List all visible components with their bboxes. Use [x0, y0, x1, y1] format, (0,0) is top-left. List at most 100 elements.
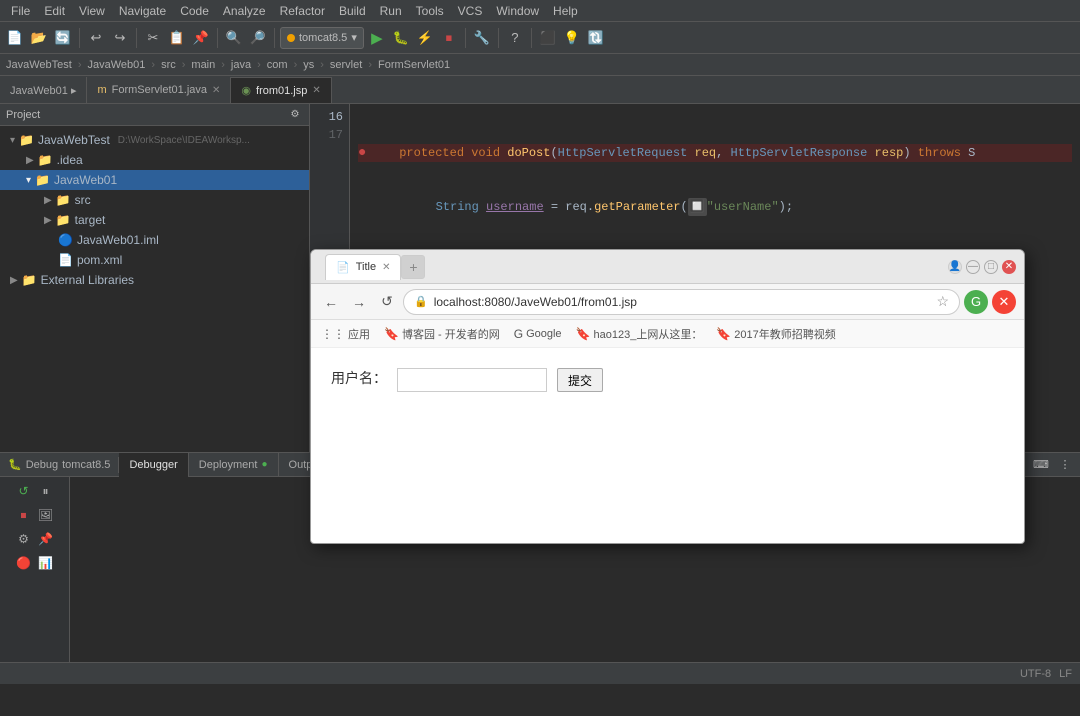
breadcrumb-javaweb01[interactable]: JavaWeb01	[88, 59, 146, 71]
new-tab-btn[interactable]: +	[401, 255, 425, 279]
tree-javaweb01[interactable]: ▾ 📁 JavaWeb01	[0, 170, 309, 190]
tab-formservlet[interactable]: m FormServlet01.java ✕	[87, 77, 231, 103]
url-bar[interactable]: 🔒 localhost:8080/JaveWeb01/from01.jsp ☆	[403, 289, 960, 315]
menu-bar: File Edit View Navigate Code Analyze Ref…	[0, 0, 1080, 22]
menu-build[interactable]: Build	[332, 2, 373, 20]
debug-settings-btn[interactable]: ⚙	[14, 529, 34, 549]
line17-debug-indicator: 🔲	[688, 198, 707, 216]
tree-javawebtest[interactable]: ▾ 📁 JavaWebTest D:\WorkSpace\IDEAWorksp.…	[0, 130, 309, 150]
menu-run[interactable]: Run	[373, 2, 409, 20]
tab-javaweb01[interactable]: JavaWeb01 ▸	[0, 77, 87, 103]
line16-sp2	[500, 144, 507, 162]
paste-btn[interactable]: 📌	[190, 27, 212, 49]
menu-window[interactable]: Window	[489, 2, 546, 20]
menu-file[interactable]: File	[4, 2, 37, 20]
stop-loading-btn[interactable]: ✕	[992, 290, 1016, 314]
tree-pom[interactable]: 📄 pom.xml	[0, 250, 309, 270]
coverage-btn[interactable]: ⚡	[414, 27, 436, 49]
menu-navigate[interactable]: Navigate	[112, 2, 173, 20]
back-btn[interactable]: ←	[319, 290, 343, 314]
tree-iml[interactable]: 🔵 JavaWeb01.iml	[0, 230, 309, 250]
code-line-17: String username = req. getParameter ( 🔲 …	[358, 198, 1072, 216]
bookmark-teacher[interactable]: 🔖 2017年教师招聘视频	[716, 326, 835, 342]
run-btn[interactable]: ▶	[366, 27, 388, 49]
browser-tab-title[interactable]: 📄 Title ✕	[325, 254, 401, 280]
forward-btn[interactable]: →	[347, 290, 371, 314]
tree-src[interactable]: ▶ 📁 src	[0, 190, 309, 210]
tab-debugger[interactable]: Debugger	[119, 453, 188, 477]
menu-help[interactable]: Help	[546, 2, 585, 20]
breadcrumb-ys[interactable]: ys	[303, 59, 314, 71]
username-input[interactable]	[397, 368, 547, 392]
star-btn[interactable]: ☆	[936, 293, 949, 310]
breadcrumb-servlet[interactable]: servlet	[330, 59, 362, 71]
breakpoint-dot: ●	[358, 144, 366, 162]
spinner-btn[interactable]: 🔃	[585, 27, 607, 49]
bookmark-google[interactable]: G Google	[514, 327, 562, 341]
debug-frames-btn[interactable]: 🖼	[36, 505, 56, 525]
menu-analyze[interactable]: Analyze	[216, 2, 273, 20]
breadcrumb-javawebtest[interactable]: JavaWebTest	[6, 59, 72, 71]
replace-btn[interactable]: 🔎	[247, 27, 269, 49]
power-btn[interactable]: 💡	[561, 27, 583, 49]
tree-idea[interactable]: ▶ 📁 .idea	[0, 150, 309, 170]
minimize-btn[interactable]: —	[966, 260, 980, 274]
submit-btn[interactable]: 提交	[557, 368, 603, 392]
debug-pause-btn[interactable]: ⏸	[36, 481, 56, 501]
user-icon-btn[interactable]: 👤	[948, 260, 962, 274]
breadcrumb-formservlet01[interactable]: FormServlet01	[378, 59, 450, 71]
tree-javaweb01-label: JavaWeb01	[54, 173, 117, 187]
tree-extlibs[interactable]: ▶ 📁 External Libraries	[0, 270, 309, 290]
menu-refactor[interactable]: Refactor	[273, 2, 332, 20]
run-config[interactable]: tomcat8.5 ▾	[280, 27, 364, 49]
find-btn[interactable]: 🔍	[223, 27, 245, 49]
debug-restart-btn[interactable]: ↺	[14, 481, 34, 501]
menu-view[interactable]: View	[72, 2, 112, 20]
browser-tab-close[interactable]: ✕	[382, 262, 390, 273]
line17-req: req.	[565, 198, 594, 216]
copy-btn[interactable]: 📋	[166, 27, 188, 49]
line16-sp4	[867, 144, 874, 162]
debug-evaluate-btn[interactable]: ⌨	[1030, 454, 1052, 476]
debug-stop-btn[interactable]: ⏹	[14, 505, 34, 525]
menu-tools[interactable]: Tools	[409, 2, 451, 20]
browser-window-controls: 👤 — □ ✕	[948, 260, 1016, 274]
tab-from01[interactable]: ◉ from01.jsp ✕	[231, 77, 331, 103]
stop-btn[interactable]: ⏹	[438, 27, 460, 49]
sync-btn[interactable]: 🔄	[52, 27, 74, 49]
close-btn[interactable]: ✕	[1002, 260, 1016, 274]
breadcrumb-src[interactable]: src	[161, 59, 176, 71]
ant-btn[interactable]: 🔧	[471, 27, 493, 49]
debug-btn[interactable]: 🐛	[390, 27, 412, 49]
tab-from01-close[interactable]: ✕	[312, 85, 320, 96]
debug-restore-btn[interactable]: 🔴	[14, 553, 34, 573]
debug-side-toolbar: ↺ ⏸ ⏹ 🖼 ⚙ 📌 🔴 📊	[0, 477, 70, 662]
sidebar-settings-btn[interactable]: ⚙	[287, 107, 303, 123]
debug-pin-btn[interactable]: 📌	[36, 529, 56, 549]
help-btn[interactable]: ?	[504, 27, 526, 49]
tree-target[interactable]: ▶ 📁 target	[0, 210, 309, 230]
tab-deployment[interactable]: Deployment ●	[189, 453, 279, 477]
bookmark-apps[interactable]: ⋮⋮ 应用	[321, 326, 370, 342]
menu-edit[interactable]: Edit	[37, 2, 72, 20]
breadcrumb-main[interactable]: main	[191, 59, 215, 71]
tab-formservlet-close[interactable]: ✕	[212, 85, 220, 96]
open-btn[interactable]: 📂	[28, 27, 50, 49]
new-file-btn[interactable]: 📄	[4, 27, 26, 49]
menu-code[interactable]: Code	[173, 2, 216, 20]
redo-btn[interactable]: ↪	[109, 27, 131, 49]
breadcrumb-com[interactable]: com	[267, 59, 288, 71]
bookmark-cnblogs[interactable]: 🔖 博客园 - 开发者的网	[384, 326, 500, 342]
debug-more-btn[interactable]: ⋮	[1054, 454, 1076, 476]
debug-layout-btn[interactable]: 📊	[36, 553, 56, 573]
update-btn[interactable]: ⬛	[537, 27, 559, 49]
bookmark-hao123[interactable]: 🔖 hao123_上网从这里：	[576, 326, 703, 342]
breadcrumb-java[interactable]: java	[231, 59, 251, 71]
cut-btn[interactable]: ✂	[142, 27, 164, 49]
undo-btn[interactable]: ↩	[85, 27, 107, 49]
chrome-icon-btn[interactable]: G	[964, 290, 988, 314]
maximize-btn[interactable]: □	[984, 260, 998, 274]
reload-btn[interactable]: ↺	[375, 290, 399, 314]
menu-vcs[interactable]: VCS	[451, 2, 490, 20]
project-tree: ▾ 📁 JavaWebTest D:\WorkSpace\IDEAWorksp.…	[0, 126, 309, 452]
